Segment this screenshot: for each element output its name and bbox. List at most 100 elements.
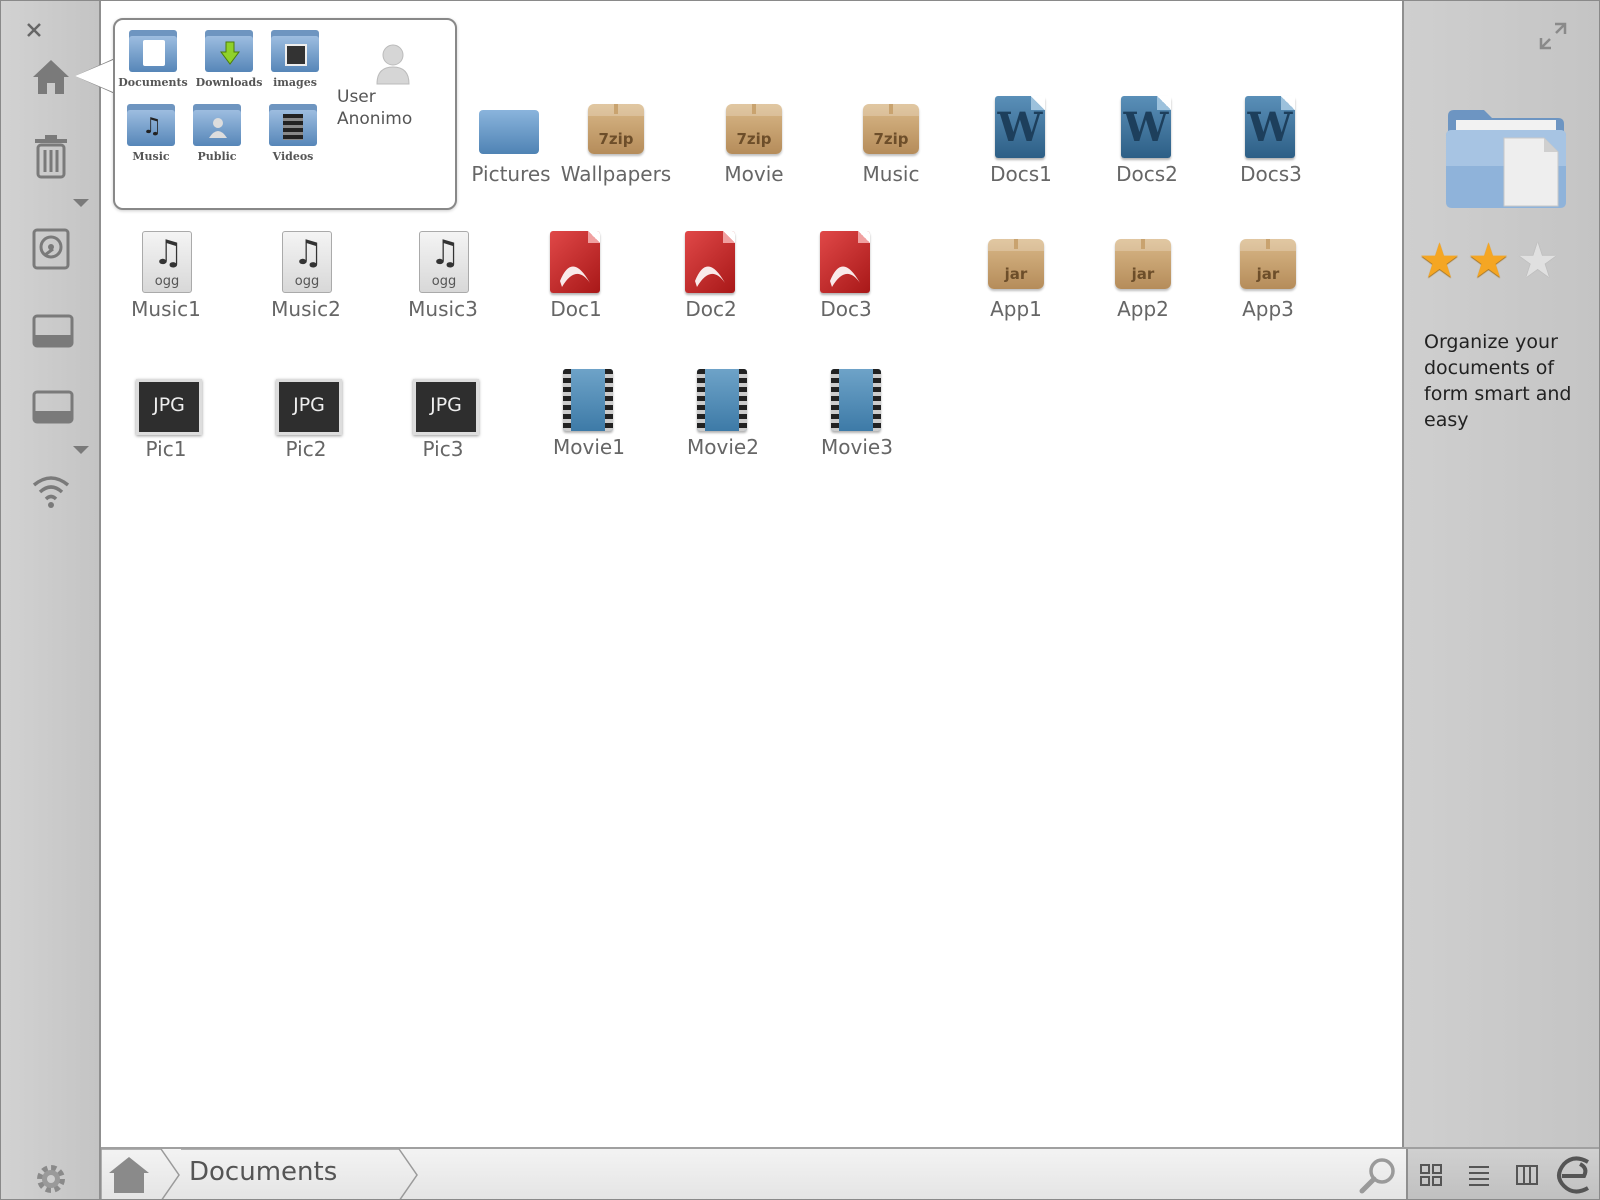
file-label: Movie1 [553, 435, 625, 459]
file-item-ogg[interactable]: ♫ ogg Music3 [373, 231, 513, 321]
user-account[interactable]: User Anonimo [337, 42, 447, 130]
archive-icon: 7zip [722, 96, 786, 160]
audio-file-icon: ♫ ogg [134, 231, 198, 295]
images-folder-icon [271, 30, 319, 74]
file-item-7zip[interactable]: 7zip Music [821, 96, 961, 186]
image-file-icon: JPG [411, 371, 479, 435]
bottom-bar: Documents [100, 1147, 1599, 1199]
drive-icon[interactable] [29, 387, 77, 427]
file-item-pdf[interactable]: Doc1 [506, 231, 646, 321]
folder-label: Music [132, 150, 170, 163]
public-folder[interactable]: Public [181, 104, 253, 163]
wifi-icon[interactable] [29, 471, 73, 511]
video-file-icon [825, 369, 889, 433]
star-icon[interactable]: ★ [1467, 237, 1510, 285]
file-item-jpg[interactable]: JPG Pic1 [96, 371, 236, 461]
file-item-video[interactable]: Movie2 [653, 369, 793, 459]
file-label: Wallpapers [560, 162, 672, 186]
rating[interactable]: ★ ★ ★ [1418, 237, 1559, 285]
drive-icon[interactable] [29, 311, 77, 351]
file-item-7zip[interactable]: 7zip Movie [684, 96, 824, 186]
downloads-folder[interactable]: Downloads [193, 30, 265, 89]
file-label: Docs1 [990, 162, 1052, 186]
file-item-video[interactable]: Movie3 [787, 369, 927, 459]
view-mode-buttons [1406, 1149, 1599, 1199]
music-folder[interactable]: ♫ Music [115, 104, 187, 163]
file-item-word[interactable]: W Docs3 [1201, 96, 1341, 186]
star-icon[interactable]: ★ [1418, 237, 1461, 285]
file-manager-window: Pictures 7zip Wallpapers 7zip Movie 7zip… [0, 0, 1600, 1200]
file-label: App1 [990, 297, 1042, 321]
folder-preview-icon [1444, 106, 1568, 210]
file-label: Pic3 [422, 437, 464, 461]
grid-view-icon[interactable] [1408, 1149, 1454, 1199]
breadcrumb[interactable]: Documents [161, 1149, 481, 1199]
breadcrumb-home[interactable] [100, 1148, 180, 1199]
file-item-jpg[interactable]: JPG Pic3 [373, 371, 513, 461]
documents-folder-icon [129, 30, 177, 74]
video-file-icon [557, 369, 621, 433]
chevron-down-icon[interactable] [73, 446, 89, 454]
jar-archive-icon: jar [984, 231, 1048, 295]
places-popup: Documents Downloads images ♫ Music Publi… [75, 18, 457, 210]
panel-description: Organize your documents of form smart an… [1424, 331, 1572, 431]
pdf-icon [814, 231, 878, 295]
audio-file-icon: ♫ ogg [411, 231, 475, 295]
file-item-pdf[interactable]: Doc2 [641, 231, 781, 321]
downloads-folder-icon [205, 30, 253, 74]
left-sidebar [1, 1, 101, 1199]
videos-folder[interactable]: Videos [257, 104, 329, 163]
file-item-jar[interactable]: jar App2 [1073, 231, 1213, 321]
file-item-ogg[interactable]: ♫ ogg Music1 [96, 231, 236, 321]
star-icon[interactable]: ★ [1516, 237, 1559, 285]
public-folder-icon [193, 104, 241, 148]
file-item-7zip[interactable]: 7zip Wallpapers [546, 96, 686, 186]
file-item-word[interactable]: W Docs2 [1077, 96, 1217, 186]
close-icon[interactable] [23, 19, 45, 41]
pdf-icon [544, 231, 608, 295]
app-logo-icon[interactable] [1552, 1149, 1598, 1199]
file-label: App3 [1242, 297, 1294, 321]
folder-label: Videos [272, 150, 314, 163]
breadcrumb-item-documents[interactable]: Documents [189, 1157, 337, 1187]
disk-icon[interactable] [29, 225, 73, 273]
trash-icon[interactable] [29, 131, 73, 181]
folder-label: Downloads [195, 76, 263, 89]
documents-folder[interactable]: Documents [117, 30, 189, 89]
file-label: Doc3 [820, 297, 872, 321]
music-folder-icon: ♫ [127, 104, 175, 148]
folder-label: images [273, 76, 317, 89]
pdf-icon [679, 231, 743, 295]
column-view-icon[interactable] [1504, 1149, 1550, 1199]
file-item-jar[interactable]: jar App3 [1198, 231, 1338, 321]
word-document-icon: W [989, 96, 1053, 160]
image-file-icon: JPG [134, 371, 202, 435]
images-folder[interactable]: images [259, 30, 331, 89]
gear-icon[interactable] [31, 1159, 71, 1199]
file-item-pdf[interactable]: Doc3 [776, 231, 916, 321]
search-icon[interactable] [1358, 1155, 1398, 1195]
folder-label: Public [197, 150, 237, 163]
home-icon[interactable] [29, 55, 73, 99]
chevron-down-icon[interactable] [73, 199, 89, 207]
word-document-icon: W [1115, 96, 1179, 160]
file-label: Pic2 [285, 437, 327, 461]
audio-file-icon: ♫ ogg [274, 231, 338, 295]
expand-icon[interactable] [1538, 21, 1568, 51]
folder-icon [479, 96, 543, 160]
file-item-word[interactable]: W Docs1 [951, 96, 1091, 186]
file-item-ogg[interactable]: ♫ ogg Music2 [236, 231, 376, 321]
file-label: App2 [1117, 297, 1169, 321]
file-label: Music3 [408, 297, 478, 321]
file-item-jpg[interactable]: JPG Pic2 [236, 371, 376, 461]
videos-folder-icon [269, 104, 317, 148]
file-item-video[interactable]: Movie1 [519, 369, 659, 459]
file-label: Movie2 [687, 435, 759, 459]
file-item-jar[interactable]: jar App1 [946, 231, 1086, 321]
user-name-line2: Anonimo [337, 109, 413, 129]
archive-icon: 7zip [859, 96, 923, 160]
folder-label: Documents [118, 76, 188, 89]
popup-pointer-inner [75, 60, 113, 92]
file-label: Docs3 [1240, 162, 1302, 186]
list-view-icon[interactable] [1456, 1149, 1502, 1199]
